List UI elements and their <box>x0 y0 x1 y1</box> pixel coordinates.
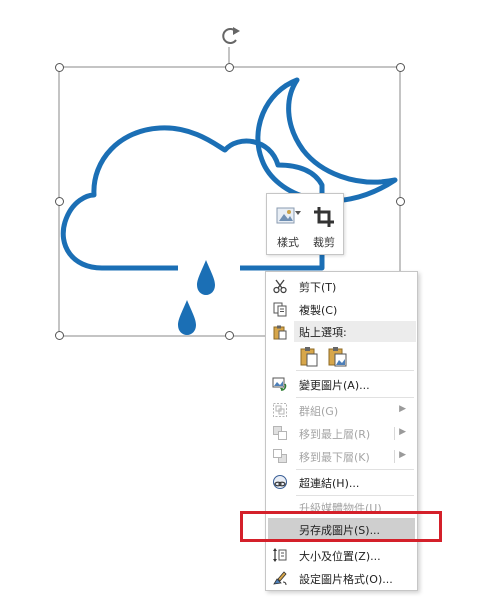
crop-icon <box>314 207 334 227</box>
menu-item-cut[interactable]: 剪下(T) <box>266 275 417 297</box>
style-button[interactable]: 樣式 <box>271 198 305 252</box>
crop-button[interactable]: 裁剪 <box>307 198 341 252</box>
send-back-icon <box>273 449 287 463</box>
paste-keep-formatting-icon[interactable] <box>298 345 320 367</box>
submenu-arrow-icon: ▶ <box>399 450 406 460</box>
paste-as-picture-icon[interactable] <box>326 345 348 367</box>
menu-label-change-picture: 變更圖片(A)... <box>299 379 370 392</box>
menu-separator <box>296 397 414 398</box>
menu-label-group: 群組(G) <box>299 405 339 418</box>
moon-shape <box>255 77 398 204</box>
resize-handle-top[interactable] <box>225 63 234 72</box>
menu-separator <box>296 370 414 371</box>
change-picture-icon <box>272 377 287 391</box>
menu-label-size-position: 大小及位置(Z)... <box>299 550 381 563</box>
menu-label-hyperlink: 超連結(H)... <box>299 477 360 490</box>
highlight-callout-box <box>240 511 442 542</box>
link-icon <box>273 475 287 489</box>
resize-handle-bottom-left[interactable] <box>55 331 64 340</box>
menu-item-change-picture[interactable]: 變更圖片(A)... <box>266 373 417 395</box>
style-label: 樣式 <box>277 236 299 249</box>
group-icon <box>273 403 287 417</box>
resize-handle-right[interactable] <box>396 197 405 206</box>
submenu-arrow-icon: ▶ <box>399 427 406 437</box>
menu-item-copy[interactable]: 複製(C) <box>266 298 417 320</box>
menu-item-send-to-back[interactable]: 移到最下層(K) ▶ <box>266 445 417 467</box>
copy-icon <box>273 302 287 317</box>
resize-handle-left[interactable] <box>55 197 64 206</box>
split-divider <box>394 427 395 440</box>
raindrop-2 <box>178 300 196 335</box>
size-position-icon <box>273 548 287 562</box>
menu-item-hyperlink[interactable]: 超連結(H)... <box>266 471 417 493</box>
menu-item-format-picture[interactable]: 設定圖片格式(O)... <box>266 567 417 589</box>
menu-item-bring-to-front[interactable]: 移到最上層(R) ▶ <box>266 422 417 444</box>
scissors-icon <box>273 279 287 294</box>
menu-item-size-position[interactable]: 大小及位置(Z)... <box>266 544 417 566</box>
mini-toolbar: 樣式 裁剪 <box>266 193 344 255</box>
paste-options-header: 貼上選項: <box>294 321 416 342</box>
split-divider <box>394 450 395 463</box>
menu-separator <box>296 469 414 470</box>
clipboard-icon <box>273 325 287 340</box>
menu-label-bring-to-front: 移到最上層(R) <box>299 428 371 441</box>
raindrop-1 <box>197 260 215 295</box>
menu-label-copy: 複製(C) <box>299 304 338 317</box>
menu-label-send-to-back: 移到最下層(K) <box>299 451 370 464</box>
resize-handle-top-left[interactable] <box>55 63 64 72</box>
menu-label-cut: 剪下(T) <box>299 281 337 294</box>
bring-front-icon <box>273 426 287 440</box>
crop-label: 裁剪 <box>313 236 335 249</box>
submenu-arrow-icon: ▶ <box>399 404 406 414</box>
context-menu: 剪下(T) 複製(C) 貼上選項: 變更圖片(A)... 群組(G) ▶ 移到最… <box>265 271 418 591</box>
resize-handle-top-right[interactable] <box>396 63 405 72</box>
rotate-handle-icon[interactable] <box>222 27 240 44</box>
menu-item-group[interactable]: 群組(G) ▶ <box>266 399 417 421</box>
resize-handle-bottom[interactable] <box>225 331 234 340</box>
menu-label-paste-options: 貼上選項: <box>299 326 347 339</box>
format-picture-icon <box>273 571 287 586</box>
style-gallery-icon <box>276 207 301 224</box>
menu-label-format-picture: 設定圖片格式(O)... <box>299 573 393 586</box>
